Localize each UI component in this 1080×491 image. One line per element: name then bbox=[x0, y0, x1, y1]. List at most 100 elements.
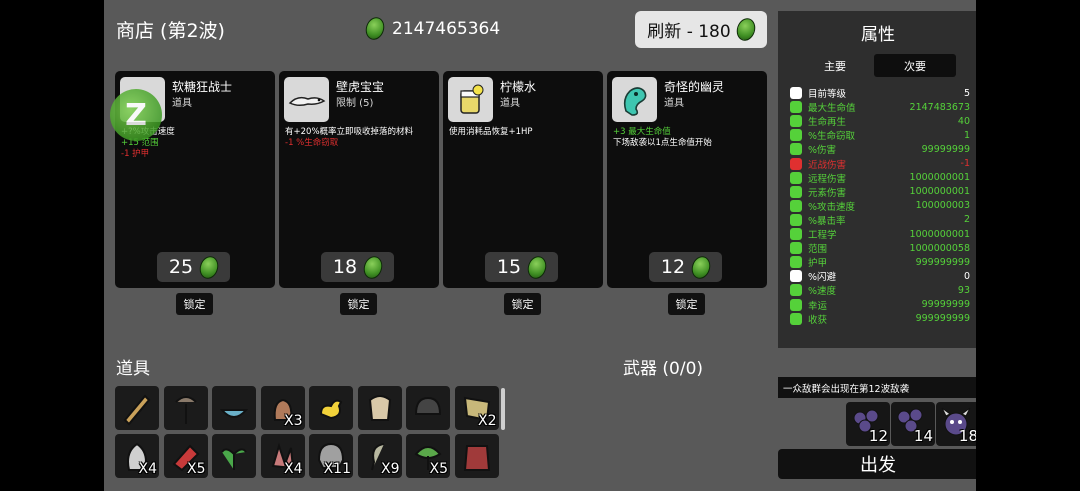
wave-banner: 一众敌群会出现在第12波敌袭 bbox=[778, 377, 976, 398]
item-type: 限制 (5) bbox=[336, 98, 374, 109]
stat-icon bbox=[790, 284, 802, 297]
inventory-slot[interactable] bbox=[406, 386, 450, 430]
stat-value: 99999999 bbox=[921, 143, 970, 155]
stat-value: 1 bbox=[963, 129, 970, 141]
ad-badge-icon[interactable]: Z bbox=[110, 89, 162, 141]
tab-primary[interactable]: 主要 bbox=[800, 54, 870, 77]
stat-row: 幸运 99999999 bbox=[790, 298, 970, 312]
stat-value: 93 bbox=[957, 284, 970, 296]
price: 12 bbox=[660, 256, 686, 278]
stat-label: 幸运 bbox=[808, 300, 828, 312]
inventory-slot[interactable] bbox=[454, 434, 499, 478]
refresh-button[interactable]: 刷新 - 180 bbox=[635, 11, 767, 48]
material-icon bbox=[362, 14, 388, 43]
stat-label: 最大生命值 bbox=[808, 103, 856, 115]
item-name: 柠檬水 bbox=[500, 80, 537, 94]
lock-button[interactable]: 锁定 bbox=[176, 293, 213, 315]
desc-line: 使用消耗品恢复+1HP bbox=[449, 127, 533, 137]
stat-row: 生命再生 40 bbox=[790, 114, 970, 128]
inventory-slot[interactable]: X5 bbox=[406, 434, 450, 478]
inventory-slot[interactable]: X5 bbox=[163, 434, 208, 478]
stat-icon bbox=[790, 157, 802, 170]
material-icon bbox=[524, 253, 550, 281]
shop-screen: 商店 (第2波) 2147465364 刷新 - 180 软糖狂战士 道具 +?… bbox=[104, 0, 976, 491]
stat-value: 100000003 bbox=[915, 200, 970, 212]
price: 15 bbox=[496, 256, 522, 278]
item-count: X3 bbox=[284, 413, 303, 429]
stat-label: %生命窃取 bbox=[808, 131, 856, 143]
stat-icon bbox=[790, 129, 802, 142]
desc-line: 有+20%概率立即吸收掉落的材料 bbox=[285, 127, 414, 137]
stat-icon bbox=[790, 199, 802, 212]
stat-value: 2 bbox=[963, 214, 970, 226]
stat-value: 1000000001 bbox=[909, 228, 970, 240]
stat-label: 生命再生 bbox=[808, 117, 847, 129]
buy-button[interactable]: 15 bbox=[485, 252, 558, 282]
tab-secondary[interactable]: 次要 bbox=[874, 54, 956, 77]
lock-button[interactable]: 锁定 bbox=[668, 293, 705, 315]
jacket-icon bbox=[463, 445, 490, 471]
shop-card[interactable]: 壁虎宝宝 限制 (5) 有+20%概率立即吸收掉落的材料 -1 %生命窃取 18 bbox=[279, 71, 439, 288]
stat-value: 1000000001 bbox=[909, 172, 970, 184]
stat-label: %攻击速度 bbox=[808, 201, 856, 213]
stat-icon bbox=[790, 228, 802, 240]
item-count: X5 bbox=[187, 461, 206, 477]
item-type: 道具 bbox=[172, 98, 192, 109]
stat-icon bbox=[790, 213, 802, 226]
stat-value: 5 bbox=[963, 87, 970, 99]
stat-value: 1000000001 bbox=[909, 186, 970, 198]
bowl-icon bbox=[219, 409, 249, 418]
shop-card[interactable]: 柠檬水 道具 使用消耗品恢复+1HP 15 bbox=[443, 71, 603, 288]
desc-line: 下场敌袭以1点生命值开始 bbox=[613, 138, 712, 148]
stat-icon bbox=[790, 256, 802, 269]
price: 25 bbox=[168, 256, 194, 278]
lemonade-icon bbox=[448, 77, 493, 122]
buy-button[interactable]: 25 bbox=[157, 252, 230, 282]
inventory-slot[interactable]: X2 bbox=[454, 386, 499, 430]
stat-label: 远程伤害 bbox=[808, 173, 847, 185]
lock-button[interactable]: 锁定 bbox=[504, 293, 541, 315]
item-type: 道具 bbox=[664, 98, 684, 109]
stat-row: 近战伤害 -1 bbox=[790, 157, 970, 171]
stat-label: 收获 bbox=[808, 314, 828, 326]
stat-icon bbox=[790, 143, 802, 156]
inventory-slot[interactable] bbox=[357, 386, 402, 430]
stat-icon bbox=[790, 298, 802, 311]
stat-label: 护甲 bbox=[808, 258, 828, 270]
enemy-count: 18 bbox=[958, 427, 976, 445]
palm-tree-icon bbox=[174, 396, 197, 424]
skull-mask-icon bbox=[368, 395, 391, 421]
inventory-slot[interactable] bbox=[212, 434, 256, 478]
inventory-slot[interactable] bbox=[163, 386, 208, 430]
enemy-slot: 12 bbox=[846, 402, 890, 446]
inventory-slot[interactable]: X11 bbox=[309, 434, 353, 478]
inventory-slot[interactable]: X4 bbox=[260, 434, 305, 478]
item-count: X11 bbox=[323, 461, 351, 477]
inventory-slot[interactable] bbox=[115, 386, 159, 430]
stat-row: %暴击率 2 bbox=[790, 213, 970, 227]
item-name: 软糖狂战士 bbox=[172, 80, 233, 94]
item-type: 道具 bbox=[500, 98, 520, 109]
inventory-slot[interactable]: X4 bbox=[115, 434, 159, 478]
buy-button[interactable]: 18 bbox=[321, 252, 394, 282]
desc-line: +3 最大生命值 bbox=[613, 127, 671, 137]
inventory-scrollbar[interactable] bbox=[501, 388, 505, 430]
shop-card[interactable]: 奇怪的幽灵 道具 +3 最大生命值 下场敌袭以1点生命值开始 12 bbox=[607, 71, 767, 288]
lock-button[interactable]: 锁定 bbox=[340, 293, 377, 315]
go-button[interactable]: 出发 bbox=[778, 449, 976, 479]
inventory-slot[interactable] bbox=[309, 386, 353, 430]
items-title: 道具 bbox=[116, 359, 150, 379]
stat-value: 0 bbox=[963, 270, 970, 282]
inventory-slot[interactable] bbox=[212, 386, 256, 430]
sprout-icon bbox=[221, 448, 247, 470]
buy-button[interactable]: 12 bbox=[649, 252, 722, 282]
item-count: X4 bbox=[138, 461, 158, 477]
refresh-label: 刷新 - 180 bbox=[647, 22, 731, 42]
stat-label: %暴击率 bbox=[808, 215, 846, 227]
inventory-slot[interactable]: X3 bbox=[260, 386, 305, 430]
stat-row: %生命窃取 1 bbox=[790, 128, 970, 142]
stat-label: %速度 bbox=[808, 286, 837, 298]
inventory-slot[interactable]: X9 bbox=[357, 434, 402, 478]
stat-row: 范围 1000000058 bbox=[790, 241, 970, 255]
stat-row: 工程学 1000000001 bbox=[790, 227, 970, 241]
